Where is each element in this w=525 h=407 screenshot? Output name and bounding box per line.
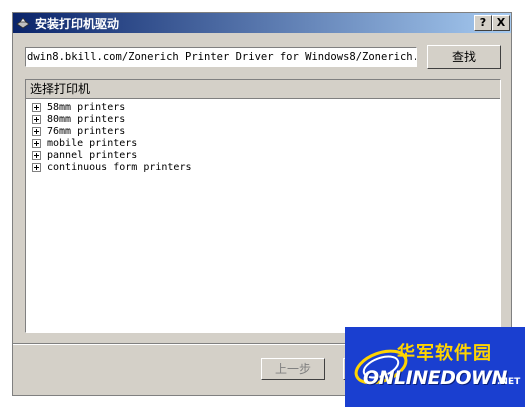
- tree-item-label: pannel printers: [47, 149, 138, 161]
- printer-list-header[interactable]: 选择打印机: [26, 80, 500, 99]
- help-button[interactable]: ?: [474, 15, 492, 31]
- watermark-suffix: .NET: [497, 377, 521, 387]
- printer-list[interactable]: 选择打印机 58mm printers 80mm printers 76mm p…: [25, 79, 501, 333]
- expand-icon[interactable]: [32, 150, 41, 160]
- title-bar[interactable]: 安装打印机驱动 ? X: [13, 13, 511, 33]
- tree-item[interactable]: 58mm printers: [26, 101, 500, 113]
- window-title: 安装打印机驱动: [35, 16, 120, 31]
- tree-item[interactable]: 76mm printers: [26, 125, 500, 137]
- expand-icon[interactable]: [32, 102, 41, 112]
- expand-icon[interactable]: [32, 114, 41, 124]
- close-button[interactable]: X: [492, 15, 510, 31]
- tree-item-label: mobile printers: [47, 137, 138, 149]
- expand-icon[interactable]: [32, 162, 41, 172]
- tree-item-label: continuous form printers: [47, 161, 192, 173]
- tree-item-label: 80mm printers: [47, 113, 126, 125]
- expand-icon[interactable]: [32, 138, 41, 148]
- printer-tree: 58mm printers 80mm printers 76mm printer…: [26, 101, 500, 173]
- tree-item-label: 58mm printers: [47, 101, 126, 113]
- tree-item[interactable]: mobile printers: [26, 137, 500, 149]
- watermark-en-text: ONLINEDOWN: [363, 367, 507, 389]
- find-button[interactable]: 查找: [427, 45, 501, 69]
- tree-item-label: 76mm printers: [47, 125, 126, 137]
- watermark-cn-text: 华军软件园: [397, 343, 492, 364]
- tree-item[interactable]: continuous form printers: [26, 161, 500, 173]
- printer-icon: [16, 17, 30, 29]
- tree-item[interactable]: pannel printers: [26, 149, 500, 161]
- tree-item[interactable]: 80mm printers: [26, 113, 500, 125]
- prev-step-button[interactable]: 上一步: [261, 358, 325, 380]
- expand-icon[interactable]: [32, 126, 41, 136]
- driver-path-input[interactable]: dwin8.bkill.com/Zonerich Printer Driver …: [25, 47, 417, 67]
- onlinedown-watermark: 华军软件园 ONLINEDOWN .NET: [345, 327, 525, 407]
